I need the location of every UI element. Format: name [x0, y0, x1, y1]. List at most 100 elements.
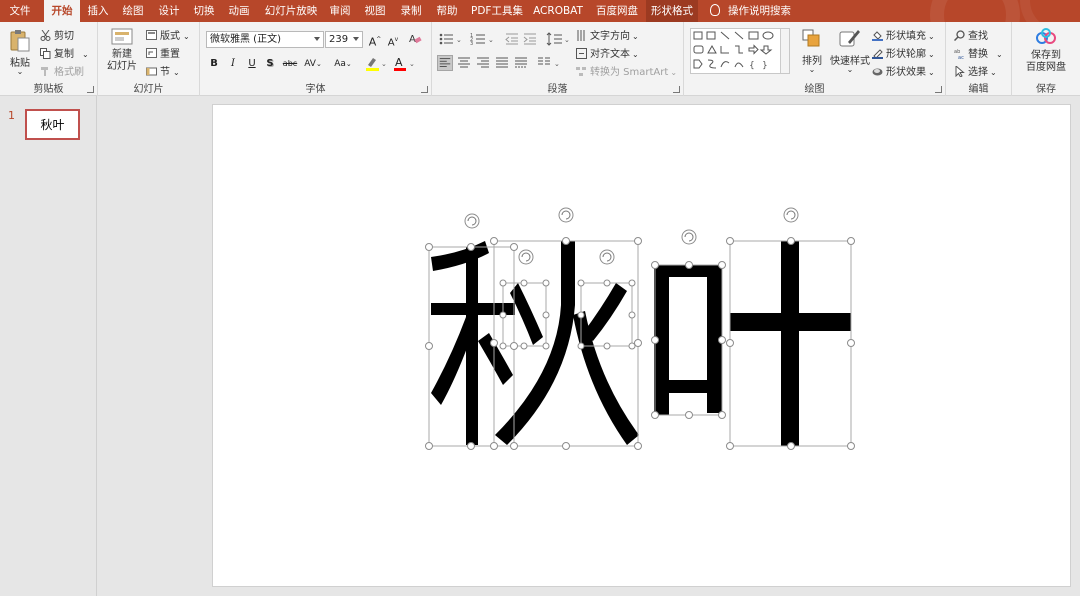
resize-handle[interactable]: [628, 311, 636, 319]
select-button[interactable]: 选择 ⌄: [954, 63, 997, 78]
decrease-font-size-button[interactable]: Av: [385, 32, 401, 48]
reset-button[interactable]: 重置: [146, 45, 180, 60]
character-spacing-button[interactable]: AV⌄: [302, 56, 324, 72]
resize-handle[interactable]: [425, 243, 433, 251]
resize-handle[interactable]: [542, 311, 550, 319]
resize-handle[interactable]: [685, 261, 693, 269]
format-painter-button[interactable]: 格式刷: [40, 63, 84, 78]
tab-shape-format[interactable]: 形状格式: [646, 0, 698, 22]
rotate-handle-icon[interactable]: [599, 249, 615, 265]
resize-handle[interactable]: [510, 342, 518, 350]
replace-button[interactable]: ab ac 替换 ⌄: [954, 45, 1003, 60]
line-spacing-icon[interactable]: ⌄: [546, 31, 572, 47]
resize-handle[interactable]: [520, 279, 528, 287]
change-case-button[interactable]: Aa⌄: [332, 56, 354, 72]
find-button[interactable]: 查找: [954, 27, 988, 42]
rotate-handle-icon[interactable]: [783, 207, 799, 223]
resize-handle[interactable]: [499, 342, 507, 350]
resize-handle[interactable]: [634, 237, 642, 245]
resize-handle[interactable]: [685, 411, 693, 419]
layout-button[interactable]: 版式 ⌄: [146, 27, 190, 42]
decrease-indent-icon[interactable]: [504, 31, 520, 47]
resize-handle[interactable]: [651, 261, 659, 269]
resize-handle[interactable]: [520, 342, 528, 350]
underline-button[interactable]: U: [244, 56, 260, 72]
shape-outline-button[interactable]: 形状轮廓 ⌄: [872, 45, 935, 60]
resize-handle[interactable]: [490, 442, 498, 450]
font-dialog-launcher[interactable]: [421, 86, 428, 93]
text-shadow-button[interactable]: S: [262, 56, 278, 72]
increase-font-size-button[interactable]: A^: [367, 32, 383, 49]
tab-slideshow[interactable]: 幻灯片放映: [262, 0, 320, 22]
align-center-icon[interactable]: [456, 55, 472, 71]
resize-handle[interactable]: [490, 237, 498, 245]
resize-handle[interactable]: [499, 279, 507, 287]
strikethrough-button[interactable]: abc: [280, 56, 300, 72]
quick-styles-button[interactable]: 快速样式 ⌄: [830, 28, 870, 74]
clear-formatting-button[interactable]: A: [407, 31, 423, 47]
resize-handle[interactable]: [847, 442, 855, 450]
rotate-handle-icon[interactable]: [464, 213, 480, 229]
font-color-button[interactable]: A ⌄: [393, 55, 415, 71]
resize-handle[interactable]: [499, 311, 507, 319]
tab-record[interactable]: 录制: [395, 0, 427, 22]
clipboard-dialog-launcher[interactable]: [87, 86, 94, 93]
rotate-handle-icon[interactable]: [518, 249, 534, 265]
resize-handle[interactable]: [577, 279, 585, 287]
paste-button[interactable]: 粘贴 ⌄: [7, 28, 33, 76]
paragraph-dialog-launcher[interactable]: [673, 86, 680, 93]
distributed-icon[interactable]: [513, 55, 529, 71]
resize-handle[interactable]: [634, 442, 642, 450]
resize-handle[interactable]: [577, 311, 585, 319]
resize-handle[interactable]: [510, 243, 518, 251]
bold-button[interactable]: B: [206, 56, 222, 72]
justify-icon[interactable]: [494, 55, 510, 71]
section-button[interactable]: 节 ⌄: [146, 63, 180, 78]
highlight-color-button[interactable]: ⌄: [365, 55, 387, 71]
resize-handle[interactable]: [726, 442, 734, 450]
resize-handle[interactable]: [467, 243, 475, 251]
tab-help[interactable]: 帮助: [431, 0, 463, 22]
new-slide-button[interactable]: 新建 幻灯片: [104, 27, 140, 73]
resize-handle[interactable]: [490, 339, 498, 347]
text-direction-button[interactable]: 文字方向 ⌄: [576, 27, 639, 42]
shape-effects-button[interactable]: 形状效果 ⌄: [872, 63, 935, 78]
resize-handle[interactable]: [726, 237, 734, 245]
tab-home[interactable]: 开始: [44, 0, 80, 22]
columns-icon[interactable]: ⌄: [536, 55, 562, 71]
resize-handle[interactable]: [718, 336, 726, 344]
tab-insert[interactable]: 插入: [82, 0, 114, 22]
tab-review[interactable]: 审阅: [324, 0, 356, 22]
resize-handle[interactable]: [467, 442, 475, 450]
resize-handle[interactable]: [603, 342, 611, 350]
shapes-gallery[interactable]: { }: [690, 28, 790, 74]
help-search[interactable]: 操作说明搜索: [710, 0, 791, 22]
tab-view[interactable]: 视图: [359, 0, 391, 22]
save-to-netdisk-button[interactable]: 保存到 百度网盘: [1018, 28, 1074, 74]
resize-handle[interactable]: [787, 442, 795, 450]
increase-indent-icon[interactable]: [522, 31, 538, 47]
align-left-icon[interactable]: [437, 55, 453, 71]
tab-baidu-netdisk[interactable]: 百度网盘: [592, 0, 642, 22]
resize-handle[interactable]: [603, 279, 611, 287]
tab-file[interactable]: 文件: [2, 0, 38, 22]
tab-draw[interactable]: 绘图: [117, 0, 149, 22]
gallery-scrollbar[interactable]: [780, 29, 789, 73]
resize-handle[interactable]: [562, 442, 570, 450]
slide-thumbnail[interactable]: 秋叶: [25, 109, 80, 140]
resize-handle[interactable]: [718, 411, 726, 419]
tab-acrobat[interactable]: ACROBAT: [531, 0, 585, 22]
rotate-handle-icon[interactable]: [558, 207, 574, 223]
tab-design[interactable]: 设计: [153, 0, 185, 22]
resize-handle[interactable]: [510, 442, 518, 450]
rotate-handle-icon[interactable]: [681, 229, 697, 245]
numbering-icon[interactable]: 123 ⌄: [470, 31, 496, 47]
resize-handle[interactable]: [628, 342, 636, 350]
resize-handle[interactable]: [628, 279, 636, 287]
drawing-dialog-launcher[interactable]: [935, 86, 942, 93]
font-name-combo[interactable]: 微软雅黑 (正文): [206, 31, 324, 48]
cut-button[interactable]: 剪切: [40, 27, 74, 42]
resize-handle[interactable]: [562, 237, 570, 245]
convert-smartart-button[interactable]: 转换为 SmartArt ⌄: [576, 63, 677, 78]
arrange-button[interactable]: 排列 ⌄: [798, 28, 826, 74]
